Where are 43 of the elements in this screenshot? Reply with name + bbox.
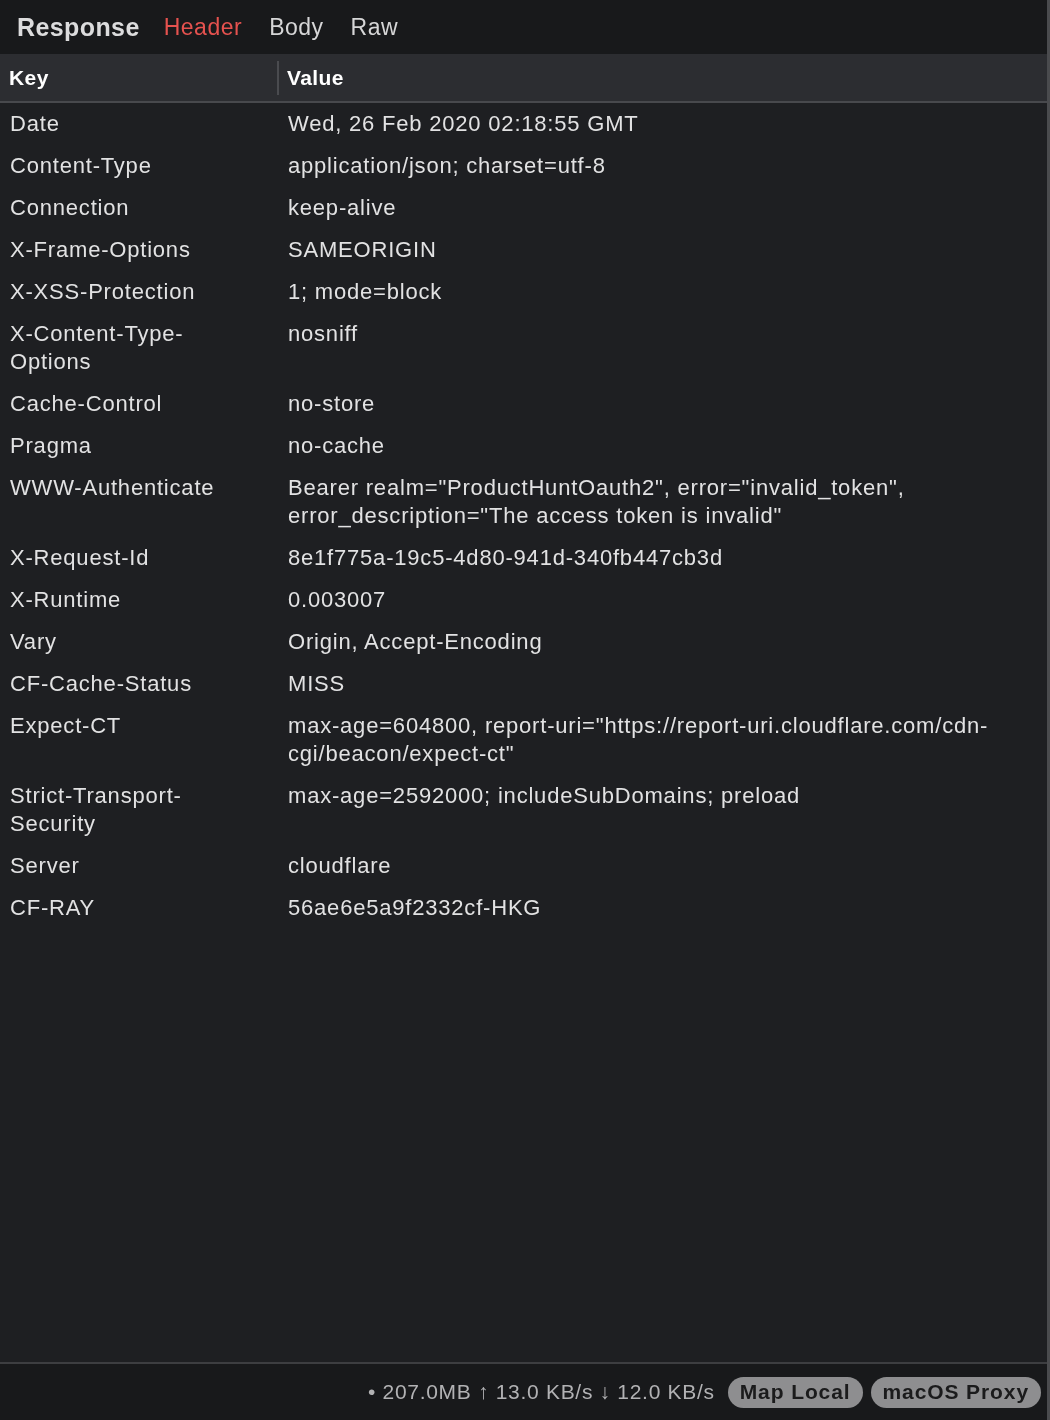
header-value: 1; mode=block [288, 278, 444, 306]
header-value: no-cache [288, 432, 386, 460]
header-value: keep-alive [288, 194, 398, 222]
column-header[interactable]: Key [0, 54, 277, 101]
header-key: Expect-CT [10, 712, 250, 740]
header-value: Origin, Accept-Encoding [288, 628, 544, 656]
header-key: X-XSS-Protection [10, 278, 250, 306]
header-value: max-age=2592000; includeSubDomains; preload [288, 782, 801, 810]
tab[interactable]: Header [163, 13, 243, 41]
header-key: X-Request-Id [10, 544, 250, 572]
tab[interactable]: Raw [350, 13, 399, 41]
header-value: no-store [288, 390, 377, 418]
header-value: 0.003007 [288, 586, 388, 614]
header-key: Cache-Control [10, 390, 250, 418]
tab[interactable]: Body [269, 13, 324, 41]
header-key: Content-Type [10, 152, 250, 180]
header-value: MISS [288, 670, 346, 698]
column-header[interactable]: Value [279, 54, 1047, 101]
header-value: SAMEORIGIN [288, 236, 438, 264]
header-value: Wed, 26 Feb 2020 02:18:55 GMT [288, 110, 640, 138]
toggle-button[interactable]: Map Local [727, 1376, 863, 1408]
header-key: X-Runtime [10, 586, 250, 614]
header-key: CF-Cache-Status [10, 670, 250, 698]
header-value: max-age=604800, report-uri="https://report-uri.cloudflare.com/cdn-cgi/beacon/expect-ct" [288, 712, 990, 768]
header-key: Pragma [10, 432, 250, 460]
toggle-button[interactable]: macOS Proxy [870, 1376, 1041, 1408]
header-value: cloudflare [288, 852, 393, 880]
header-value: 8e1f775a-19c5-4d80-941d-340fb447cb3d [288, 544, 724, 572]
header-key: Connection [10, 194, 250, 222]
header-value: 56ae6e5a9f2332cf-HKG [288, 894, 543, 922]
header-key: Strict-Transport-Security [10, 782, 250, 838]
header-key: WWW-Authenticate [10, 474, 250, 502]
header-key: CF-RAY [10, 894, 250, 922]
header-key: Server [10, 852, 250, 880]
header-key: Vary [10, 628, 250, 656]
header-key: X-Frame-Options [10, 236, 250, 264]
header-key: Date [10, 110, 250, 138]
header-value: application/json; charset=utf-8 [288, 152, 607, 180]
panel-title: Response [17, 12, 140, 42]
header-key: X-Content-Type-Options [10, 320, 250, 376]
network-stats: • 207.0MB ↑ 13.0 KB/s ↓ 12.0 KB/s [367, 1380, 715, 1404]
header-value: Bearer realm="ProductHuntOauth2", error="invalid_token", error_description="The access token is invalid" [288, 474, 906, 530]
header-value: nosniff [288, 320, 360, 348]
